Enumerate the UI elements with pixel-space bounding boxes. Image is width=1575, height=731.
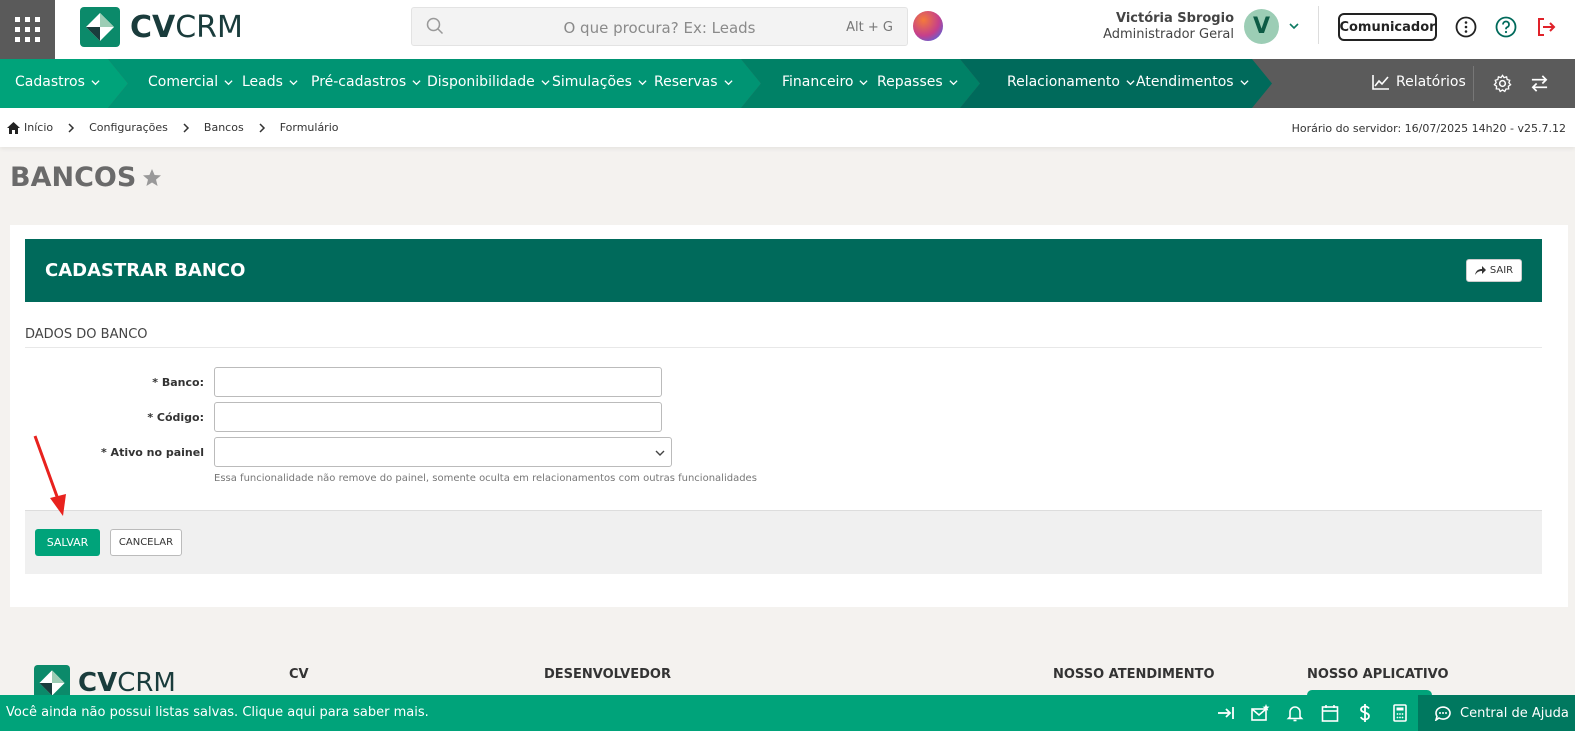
chevron-right-icon [68,122,75,133]
nav-simulacoes[interactable]: Simulações [552,74,647,90]
breadcrumb-bar: Início Configurações Bancos Formulário H… [0,108,1575,147]
chevron-down-icon [224,79,233,85]
user-info[interactable]: Victória Sbrogio Administrador Geral [1103,11,1234,42]
chevron-right-icon [183,122,189,133]
server-time: Horário do servidor: 16/07/2025 14h20 - … [1291,122,1566,135]
gear-icon[interactable] [1493,74,1512,93]
logo[interactable]: CVCRM [80,7,243,47]
breadcrumb: Início Configurações Bancos Formulário [7,121,339,134]
star-icon[interactable] [142,168,162,188]
nav-pre-cadastros[interactable]: Pré-cadastros [311,74,421,90]
search-placeholder: O que procura? Ex: Leads [563,19,756,37]
nav-disponibilidade[interactable]: Disponibilidade [427,74,550,90]
share-arrow-icon [1474,266,1486,275]
user-role: Administrador Geral [1103,27,1234,42]
grid-icon [15,17,40,42]
user-name: Victória Sbrogio [1115,11,1234,26]
logo-wordmark: CVCRM [130,9,243,45]
chevron-down-icon [1126,79,1135,85]
divider [1473,66,1474,101]
calculator-icon[interactable] [1390,703,1410,723]
codigo-input[interactable] [214,402,662,432]
logout-icon[interactable] [1535,16,1557,38]
cancel-button[interactable]: CANCELAR [110,529,182,556]
help-icon[interactable] [1495,16,1517,38]
chevron-down-icon [91,79,100,85]
form-actions: SALVAR CANCELAR [25,510,1542,574]
nav-comercial[interactable]: Comercial [148,74,233,90]
chart-line-icon [1372,75,1389,90]
apps-menu-button[interactable] [0,0,55,59]
nav-relacionamento[interactable]: Relacionamento [1007,74,1135,90]
annotation-arrow-icon [33,435,66,516]
breadcrumb-bancos[interactable]: Bancos [204,121,244,134]
nav-atendimentos[interactable]: Atendimentos [1136,74,1249,90]
chat-bubble-icon [1434,706,1451,721]
chevron-down-icon [1239,79,1249,85]
bottom-bar: Você ainda não possui listas salvas. Cli… [0,695,1575,731]
avatar[interactable]: V [1244,9,1279,44]
info-menu-icon[interactable] [1455,16,1477,38]
divider [1318,6,1319,44]
chevron-down-icon [723,79,733,85]
bell-icon[interactable] [1285,703,1305,723]
saved-lists-message[interactable]: Você ainda não possui listas salvas. Cli… [6,705,429,720]
chevron-down-icon [859,79,869,85]
chevron-down-icon [655,450,665,456]
home-icon [7,121,20,134]
ativo-painel-hint: Essa funcionalidade não remove do painel… [214,473,757,484]
page-title: BANCOS [10,162,162,193]
exit-button[interactable]: SAIR [1466,259,1522,282]
chevron-down-icon[interactable] [1288,20,1300,32]
nav-reservas[interactable]: Reservas [654,74,733,90]
form-header: CADASTRAR BANCO SAIR [25,239,1542,302]
nav-relatorios[interactable]: Relatórios [1372,74,1466,90]
nav-financeiro[interactable]: Financeiro [782,74,869,90]
top-bar: CVCRM O que procura? Ex: Leads Alt + G V… [0,0,1575,59]
banco-input[interactable] [214,367,662,397]
form-title: CADASTRAR BANCO [45,260,246,281]
codigo-label: * Código: [147,411,204,424]
divider [25,347,1542,348]
help-center-button[interactable]: Central de Ajuda [1418,695,1575,731]
banco-label: * Banco: [152,376,204,389]
calendar-icon[interactable] [1320,703,1340,723]
logo-mark-icon [80,7,120,47]
section-title: DADOS DO BANCO [25,327,148,342]
chevron-down-icon [412,79,421,85]
search-shortcut: Alt + G [846,20,893,35]
nav-leads[interactable]: Leads [242,74,298,90]
chevron-down-icon [541,79,550,85]
collapse-right-icon[interactable] [1216,703,1236,723]
switch-arrows-icon[interactable] [1530,74,1549,93]
nav-repasses[interactable]: Repasses [877,74,958,90]
breadcrumb-home[interactable]: Início [7,121,53,134]
form-card: CADASTRAR BANCO SAIR DADOS DO BANCO * Ba… [10,225,1568,607]
chevron-down-icon [638,79,647,85]
breadcrumb-formulario: Formulário [279,121,339,134]
footer-col-desenvolvedor: DESENVOLVEDOR [544,667,671,682]
chevron-right-icon [259,122,265,133]
comunicador-button[interactable]: Comunicador [1338,13,1437,41]
footer-col-atendimento: NOSSO ATENDIMENTO [1053,667,1215,682]
dollar-icon[interactable] [1355,703,1375,723]
nav-cadastros[interactable]: Cadastros [15,74,100,90]
footer-col-cv: CV [289,667,309,682]
main-nav: Cadastros Comercial Leads Pré-cadastros … [0,59,1575,108]
save-button[interactable]: SALVAR [35,529,100,556]
ativo-painel-select[interactable] [214,437,672,467]
ai-assistant-icon[interactable] [913,11,943,41]
breadcrumb-configuracoes[interactable]: Configurações [89,121,168,134]
search-input[interactable]: O que procura? Ex: Leads Alt + G [411,7,908,46]
chevron-down-icon [289,79,298,85]
chevron-down-icon [949,79,958,85]
footer-col-aplicativo: NOSSO APLICATIVO [1307,667,1449,682]
mail-star-icon[interactable] [1250,703,1270,723]
footer-wordmark: CVCRM [78,668,176,698]
